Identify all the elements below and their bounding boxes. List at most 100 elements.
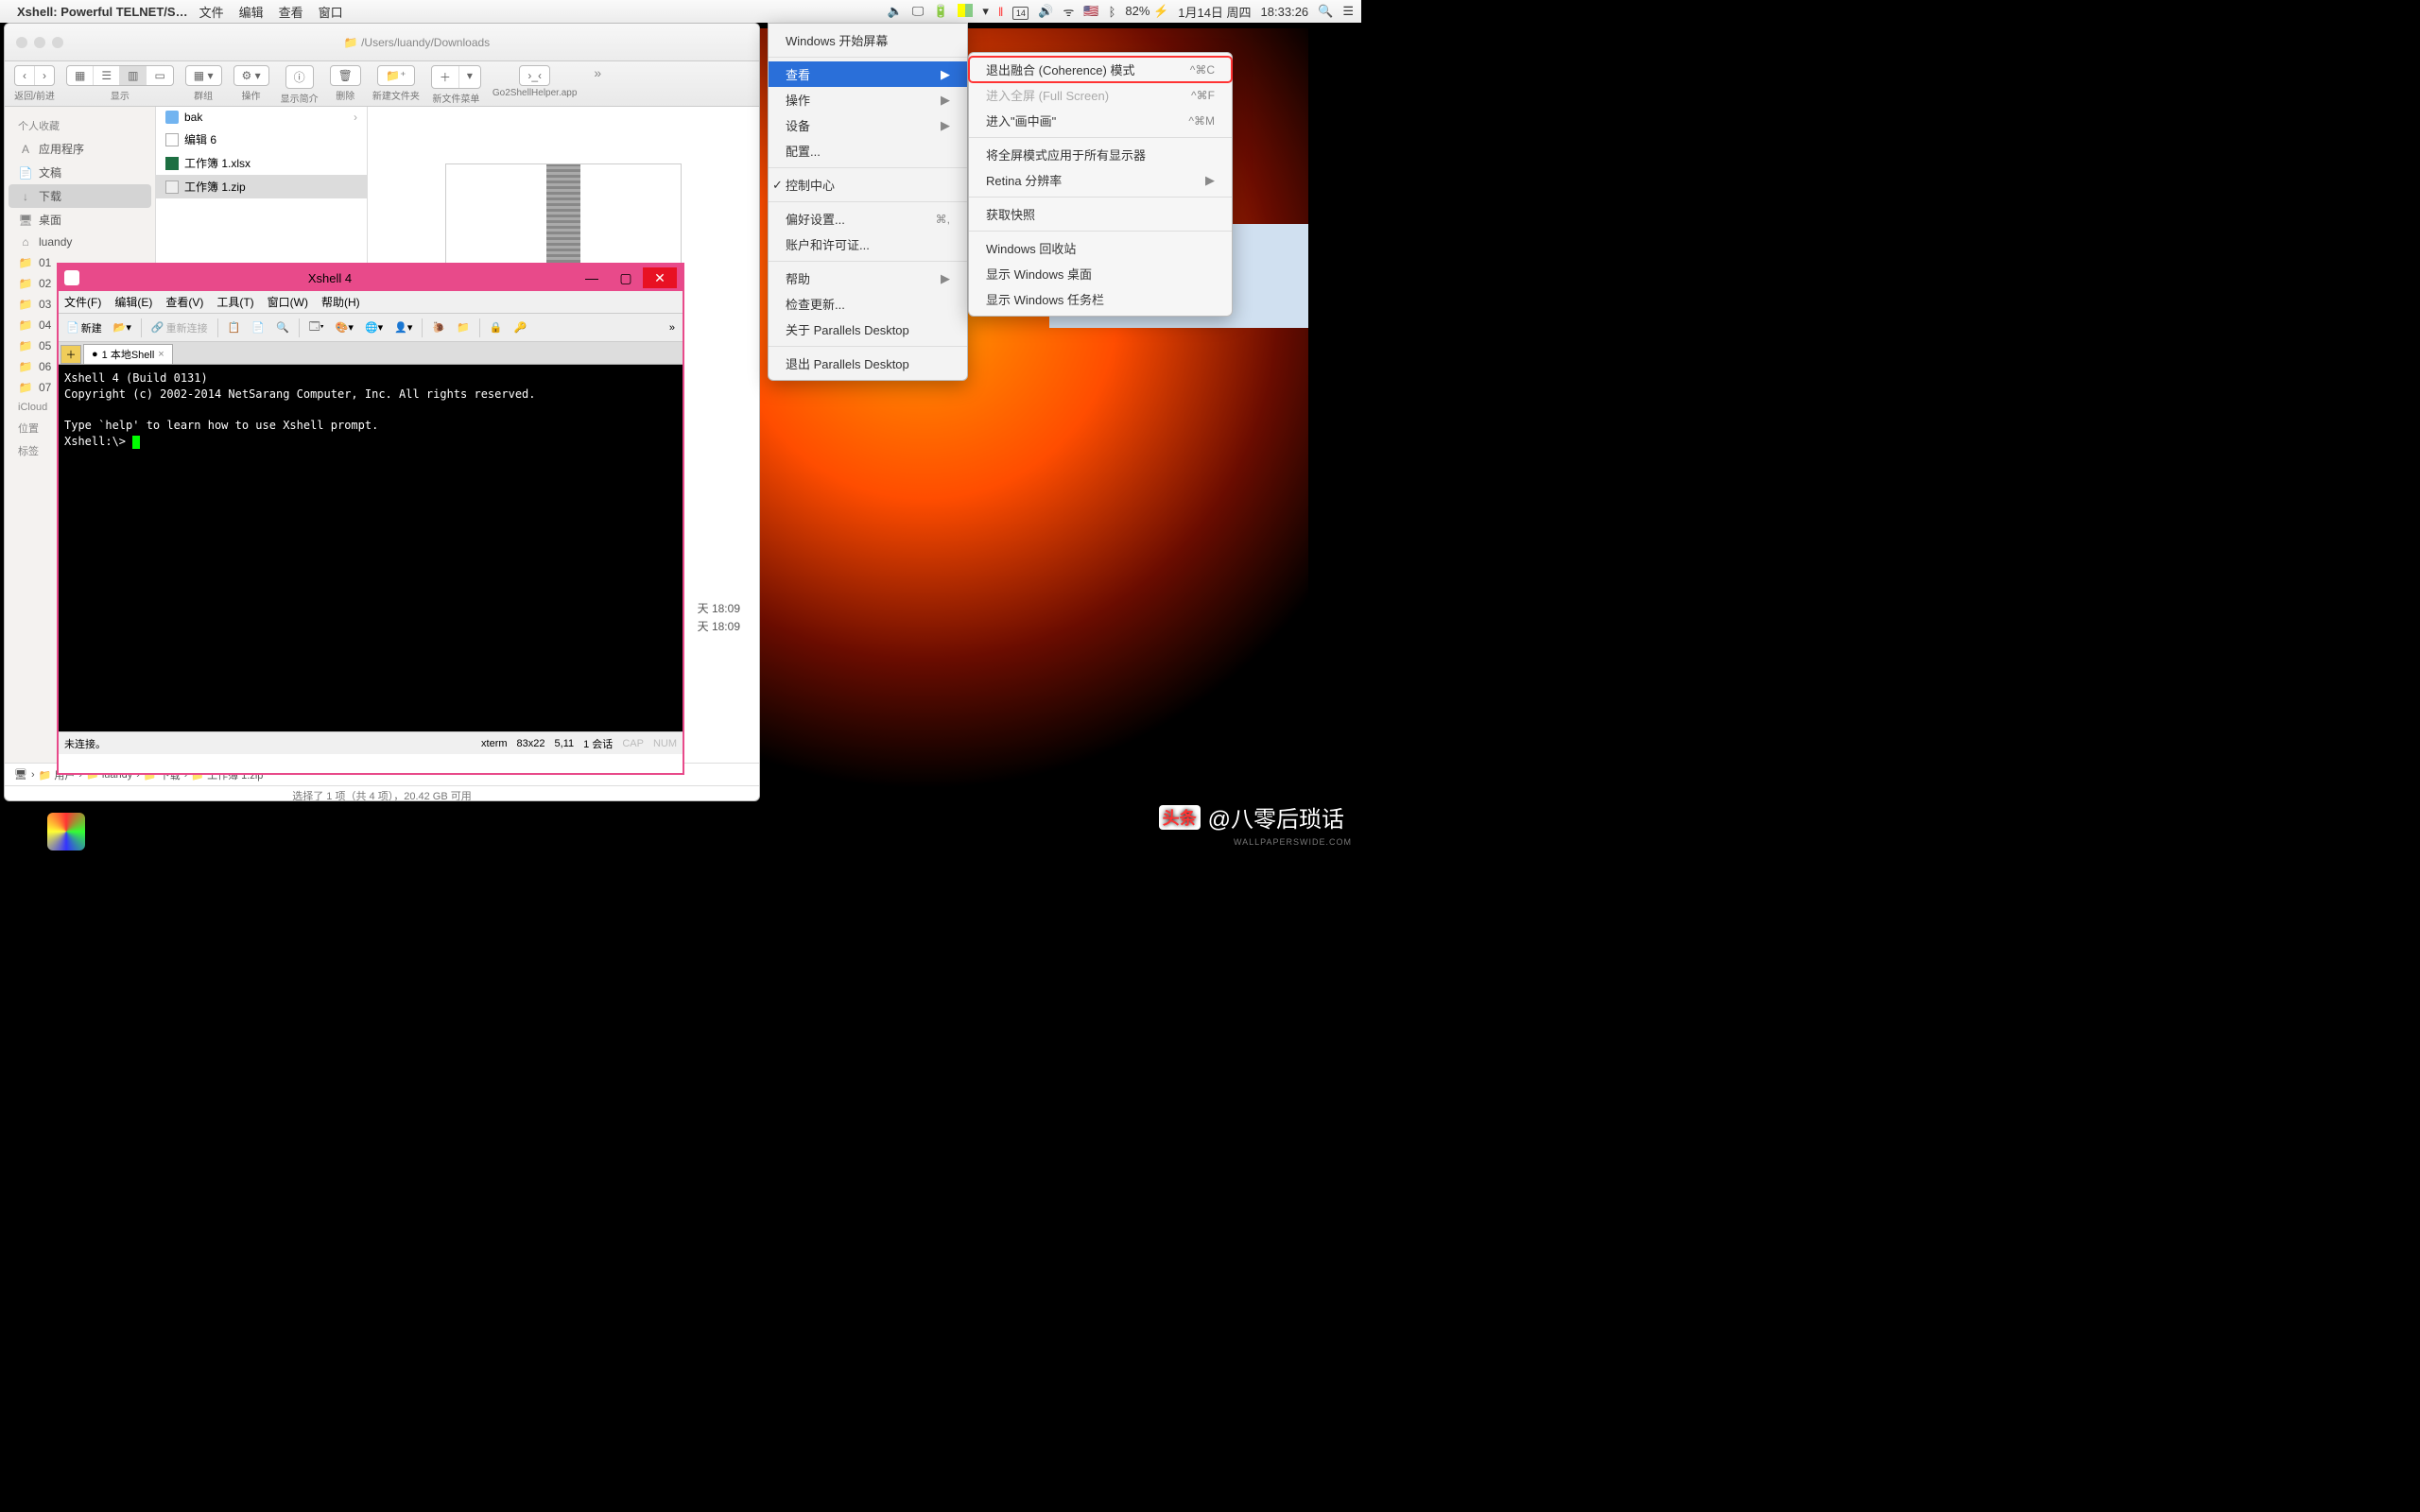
xshell-menu-item[interactable]: 窗口(W): [268, 294, 308, 310]
submenu-item[interactable]: 获取快照: [969, 201, 1232, 227]
sidebar-item[interactable]: ↓下载: [9, 184, 151, 208]
xshell-menu-item[interactable]: 帮助(H): [321, 294, 360, 310]
view-label: 显示: [111, 88, 130, 102]
xshell-menu-item[interactable]: 编辑(E): [114, 294, 152, 310]
menu-item[interactable]: Windows 开始屏幕: [769, 27, 967, 53]
xshell-menu-item[interactable]: 查看(V): [165, 294, 203, 310]
add-tab-button[interactable]: ＋: [60, 345, 81, 364]
menu-view[interactable]: 查看: [279, 3, 303, 21]
submenu-item[interactable]: 进入"画中画"^⌘M: [969, 108, 1232, 133]
menu-edit[interactable]: 编辑: [239, 3, 264, 21]
finder-titlebar[interactable]: 📁 /Users/luandy/Downloads: [5, 24, 759, 61]
dock-app-icon[interactable]: [47, 813, 85, 850]
session-tab[interactable]: ● 1 本地Shell ×: [83, 344, 173, 364]
overflow-icon[interactable]: »: [588, 65, 607, 80]
go2shell-button[interactable]: ›_‹: [520, 66, 549, 85]
toolbar-overflow[interactable]: »: [666, 320, 679, 335]
submenu-item[interactable]: 将全屏模式应用于所有显示器: [969, 142, 1232, 167]
battery-icon[interactable]: 🔋: [933, 4, 948, 19]
view-gallery-button[interactable]: ▭: [147, 66, 172, 85]
xshell-titlebar[interactable]: Xshell 4 — ▢ ✕: [59, 265, 683, 291]
view-icon-button[interactable]: ▦: [67, 66, 94, 85]
forward-button[interactable]: ›: [35, 66, 54, 85]
sound-icon[interactable]: 🔊: [1038, 4, 1053, 19]
menu-item[interactable]: ✓控制中心: [769, 172, 967, 198]
battery-percent[interactable]: 82% ⚡: [1125, 4, 1168, 19]
bluetooth-icon[interactable]: ᛒ: [1109, 5, 1116, 19]
menu-item[interactable]: 配置...: [769, 138, 967, 163]
connection-status: 未连接。: [64, 736, 106, 751]
dropdown-icon[interactable]: ▾: [982, 4, 989, 19]
display-icon[interactable]: 🖵: [912, 4, 925, 19]
menu-item[interactable]: 查看▶: [769, 61, 967, 87]
parallels-icon[interactable]: ‖: [998, 5, 1003, 19]
folder-button[interactable]: 📁: [453, 319, 474, 335]
search-icon[interactable]: 🔍: [1318, 4, 1333, 19]
xshell-menu-item[interactable]: 工具(T): [216, 294, 253, 310]
menu-item[interactable]: 检查更新...: [769, 291, 967, 317]
globe-button[interactable]: 🌐▾: [361, 319, 387, 335]
menu-item[interactable]: 设备▶: [769, 112, 967, 138]
submenu-item[interactable]: 退出融合 (Coherence) 模式^⌘C: [969, 57, 1232, 82]
terminal[interactable]: Xshell 4 (Build 0131) Copyright (c) 2002…: [59, 365, 683, 731]
wifi-icon[interactable]: ᯤ: [1063, 3, 1075, 20]
file-item[interactable]: bak›: [156, 107, 367, 128]
minimize-icon[interactable]: [34, 37, 45, 48]
sidebar-item[interactable]: 📄文稿: [5, 161, 155, 184]
date[interactable]: 1月14日 周四: [1178, 3, 1251, 21]
group-button[interactable]: ▦ ▾: [186, 66, 221, 85]
close-icon[interactable]: [16, 37, 27, 48]
reconnect-button[interactable]: 🔗重新连接: [147, 318, 212, 337]
menu-item[interactable]: 关于 Parallels Desktop: [769, 317, 967, 342]
zoom-icon[interactable]: [52, 37, 63, 48]
close-tab-icon[interactable]: ×: [158, 349, 164, 360]
new-folder-button[interactable]: 📁⁺: [378, 66, 413, 85]
volume-icon[interactable]: 🔈: [888, 4, 903, 19]
lock-button[interactable]: 🔒: [486, 319, 507, 335]
sidebar-item[interactable]: 🖥桌面: [5, 208, 155, 232]
delete-button[interactable]: 🗑: [331, 66, 360, 85]
submenu-item[interactable]: Retina 分辨率▶: [969, 167, 1232, 193]
close-button[interactable]: ✕: [643, 267, 677, 288]
app-name[interactable]: Xshell: Powerful TELNET/S…: [17, 5, 188, 19]
menu-item[interactable]: 账户和许可证...: [769, 232, 967, 257]
find-button[interactable]: 🔍: [272, 319, 293, 335]
sidebar-item[interactable]: A应用程序: [5, 137, 155, 161]
new-file-button[interactable]: ＋: [432, 66, 459, 88]
submenu-item[interactable]: 显示 Windows 任务栏: [969, 286, 1232, 312]
menu-item[interactable]: 偏好设置...⌘,: [769, 206, 967, 232]
menu-file[interactable]: 文件: [199, 3, 224, 21]
snail-icon[interactable]: 🐌: [428, 319, 449, 335]
open-button[interactable]: 📂▾: [110, 319, 135, 335]
paste-button[interactable]: 📄: [248, 319, 268, 335]
view-column-button[interactable]: ▥: [120, 66, 147, 85]
control-center-icon[interactable]: ☰: [1342, 4, 1354, 19]
view-list-button[interactable]: ☰: [94, 66, 120, 85]
copy-button[interactable]: 📋: [224, 319, 245, 335]
color-button[interactable]: 🎨▾: [332, 319, 357, 335]
menu-item[interactable]: 帮助▶: [769, 266, 967, 291]
props-button[interactable]: 🗔▾: [305, 317, 328, 338]
file-item[interactable]: 工作簿 1.zip: [156, 175, 367, 198]
back-button[interactable]: ‹: [15, 66, 35, 85]
user-button[interactable]: 👤▾: [390, 319, 416, 335]
calendar-icon[interactable]: 14: [1012, 4, 1028, 20]
new-session-button[interactable]: 📄新建: [62, 318, 106, 337]
action-button[interactable]: ⚙ ▾: [234, 66, 268, 85]
info-button[interactable]: ⓘ: [286, 66, 313, 88]
menu-item[interactable]: 退出 Parallels Desktop: [769, 351, 967, 376]
menu-item[interactable]: 操作▶: [769, 87, 967, 112]
file-item[interactable]: 编辑 6: [156, 128, 367, 151]
menu-window[interactable]: 窗口: [319, 3, 343, 21]
new-file-menu[interactable]: ▾: [459, 66, 480, 88]
sidebar-item[interactable]: ⌂luandy: [5, 232, 155, 252]
file-item[interactable]: 工作簿 1.xlsx: [156, 151, 367, 175]
key-button[interactable]: 🔑: [510, 319, 531, 335]
submenu-item[interactable]: Windows 回收站: [969, 235, 1232, 261]
time[interactable]: 18:33:26: [1261, 5, 1309, 19]
submenu-item[interactable]: 显示 Windows 桌面: [969, 261, 1232, 286]
minimize-button[interactable]: —: [575, 267, 609, 288]
xshell-menu-item[interactable]: 文件(F): [64, 294, 101, 310]
maximize-button[interactable]: ▢: [609, 267, 643, 288]
flag-icon[interactable]: 🇺🇸: [1083, 4, 1098, 19]
